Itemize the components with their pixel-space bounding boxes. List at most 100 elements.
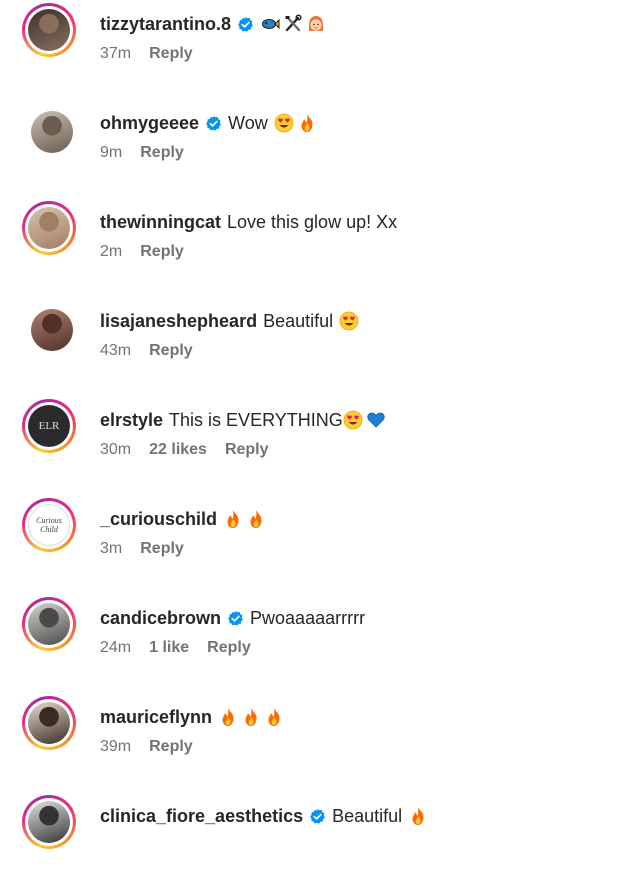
fire-emoji-icon (246, 509, 266, 529)
comment-row: ELR elrstyle This is EVERYTHING 30m 22 likes… (0, 399, 634, 498)
avatar-story-ring[interactable] (22, 597, 76, 651)
username-link[interactable]: mauriceflynn (100, 706, 212, 728)
avatar (28, 603, 70, 645)
comment-text: Beautiful (263, 311, 334, 331)
verified-badge-icon (303, 808, 326, 825)
heart-eyes-emoji-icon (343, 410, 363, 430)
reply-button[interactable]: Reply (140, 242, 184, 262)
avatar (31, 309, 73, 351)
comment-body: thewinningcat Love this glow up! Xx (100, 211, 397, 233)
comment-emojis (408, 806, 428, 826)
comment-row: candicebrown Pwoaaaaarrrrr 24m 1 like Reply (0, 597, 634, 696)
reply-button[interactable]: Reply (149, 341, 193, 361)
avatar-border: Curious Child (25, 501, 73, 549)
heart-eyes-emoji-icon (274, 113, 294, 133)
avatar-logo-text: ELR (38, 420, 60, 432)
comment-row: lisajaneshepheard Beautiful 43m Reply (0, 300, 634, 399)
verified-badge-icon (199, 115, 222, 132)
avatar-border (25, 798, 73, 846)
comment-body: tizzytarantino.8 (100, 13, 326, 35)
avatar (28, 207, 70, 249)
username-link[interactable]: candicebrown (100, 607, 221, 629)
reply-button[interactable]: Reply (140, 539, 184, 559)
fire-emoji-icon (264, 707, 284, 727)
comment-body: elrstyle This is EVERYTHING (100, 409, 386, 431)
avatar (28, 801, 70, 843)
tools-emoji-icon (283, 14, 303, 34)
avatar-frame[interactable] (22, 102, 76, 156)
comment-timestamp: 37m (100, 45, 132, 62)
comment-body: ohmygeeee Wow (100, 112, 317, 134)
comment-body: candicebrown Pwoaaaaarrrrr (100, 607, 365, 629)
reply-button[interactable]: Reply (225, 440, 269, 460)
username-link[interactable]: elrstyle (100, 409, 163, 431)
comment-meta: 30m 22 likes Reply (100, 440, 287, 460)
avatar-story-ring[interactable] (22, 3, 76, 57)
avatar-story-ring[interactable] (22, 201, 76, 255)
comment-row: clinica_fiore_aesthetics Beautiful (0, 795, 634, 894)
comment-emojis (218, 707, 284, 727)
avatar-border (25, 105, 73, 153)
avatar-story-ring[interactable] (22, 795, 76, 849)
reply-button[interactable]: Reply (207, 638, 251, 658)
avatar-story-ring[interactable]: ELR (22, 399, 76, 453)
comment-emojis (260, 14, 326, 34)
reply-button[interactable]: Reply (149, 737, 193, 757)
comment-timestamp: 39m (100, 738, 132, 755)
username-link[interactable]: clinica_fiore_aesthetics (100, 805, 303, 827)
avatar (31, 111, 73, 153)
username-link[interactable]: lisajaneshepheard (100, 310, 257, 332)
comment-timestamp: 3m (100, 540, 123, 557)
comment-row: tizzytarantino.8 37m Reply (0, 3, 634, 102)
comment-text: Beautiful (332, 806, 403, 826)
comment-row: ohmygeeee Wow 9m Reply (0, 102, 634, 201)
comment-body: lisajaneshepheard Beautiful (100, 310, 359, 332)
comment-meta: 39m Reply (100, 737, 211, 757)
avatar-border (25, 699, 73, 747)
fire-emoji-icon (241, 707, 261, 727)
verified-badge-icon (221, 610, 244, 627)
username-link[interactable]: ohmygeeee (100, 112, 199, 134)
comment-timestamp: 43m (100, 342, 132, 359)
username-link[interactable]: thewinningcat (100, 211, 221, 233)
comment-meta: 43m Reply (100, 341, 211, 361)
fire-emoji-icon (223, 509, 243, 529)
comment-body: clinica_fiore_aesthetics Beautiful (100, 805, 428, 827)
comment-row: thewinningcat Love this glow up! Xx 2m Repl… (0, 201, 634, 300)
username-link[interactable]: _curiouschild (100, 508, 217, 530)
comment-timestamp: 24m (100, 639, 132, 656)
comment-text: Pwoaaaaarrrrr (250, 608, 366, 628)
avatar: Curious Child (28, 504, 70, 546)
fire-emoji-icon (408, 806, 428, 826)
avatar-frame[interactable] (22, 300, 76, 354)
comment-text: Wow (228, 113, 268, 133)
like-count-link[interactable]: 22 likes (149, 440, 207, 460)
comment-text: Love this glow up! Xx (227, 212, 398, 232)
avatar-border (25, 204, 73, 252)
reply-button[interactable]: Reply (140, 143, 184, 163)
comment-row: Curious Child _curiouschild 3m Reply (0, 498, 634, 597)
like-count-link[interactable]: 1 like (149, 638, 189, 658)
comment-meta: 24m 1 like Reply (100, 638, 269, 658)
comment-text: This is EVERYTHING (169, 410, 343, 430)
comment-timestamp: 9m (100, 144, 123, 161)
avatar-border (25, 600, 73, 648)
girl-face-emoji-icon (306, 14, 326, 34)
comment-meta: 37m Reply (100, 44, 211, 64)
heart-eyes-emoji-icon (339, 311, 359, 331)
comment-timestamp: 2m (100, 243, 123, 260)
avatar-story-ring[interactable]: Curious Child (22, 498, 76, 552)
avatar-logo-text: Curious Child (36, 516, 62, 534)
comment-timestamp: 30m (100, 441, 132, 458)
comment-emojis (343, 410, 386, 430)
avatar-story-ring[interactable] (22, 696, 76, 750)
comment-emojis (274, 113, 317, 133)
reply-button[interactable]: Reply (149, 44, 193, 64)
blue-heart-emoji-icon (366, 410, 386, 430)
comment-emojis (339, 311, 359, 331)
avatar (28, 9, 70, 51)
comment-meta: 2m Reply (100, 242, 202, 262)
fire-emoji-icon (218, 707, 238, 727)
comment-meta: 9m Reply (100, 143, 202, 163)
username-link[interactable]: tizzytarantino.8 (100, 13, 231, 35)
